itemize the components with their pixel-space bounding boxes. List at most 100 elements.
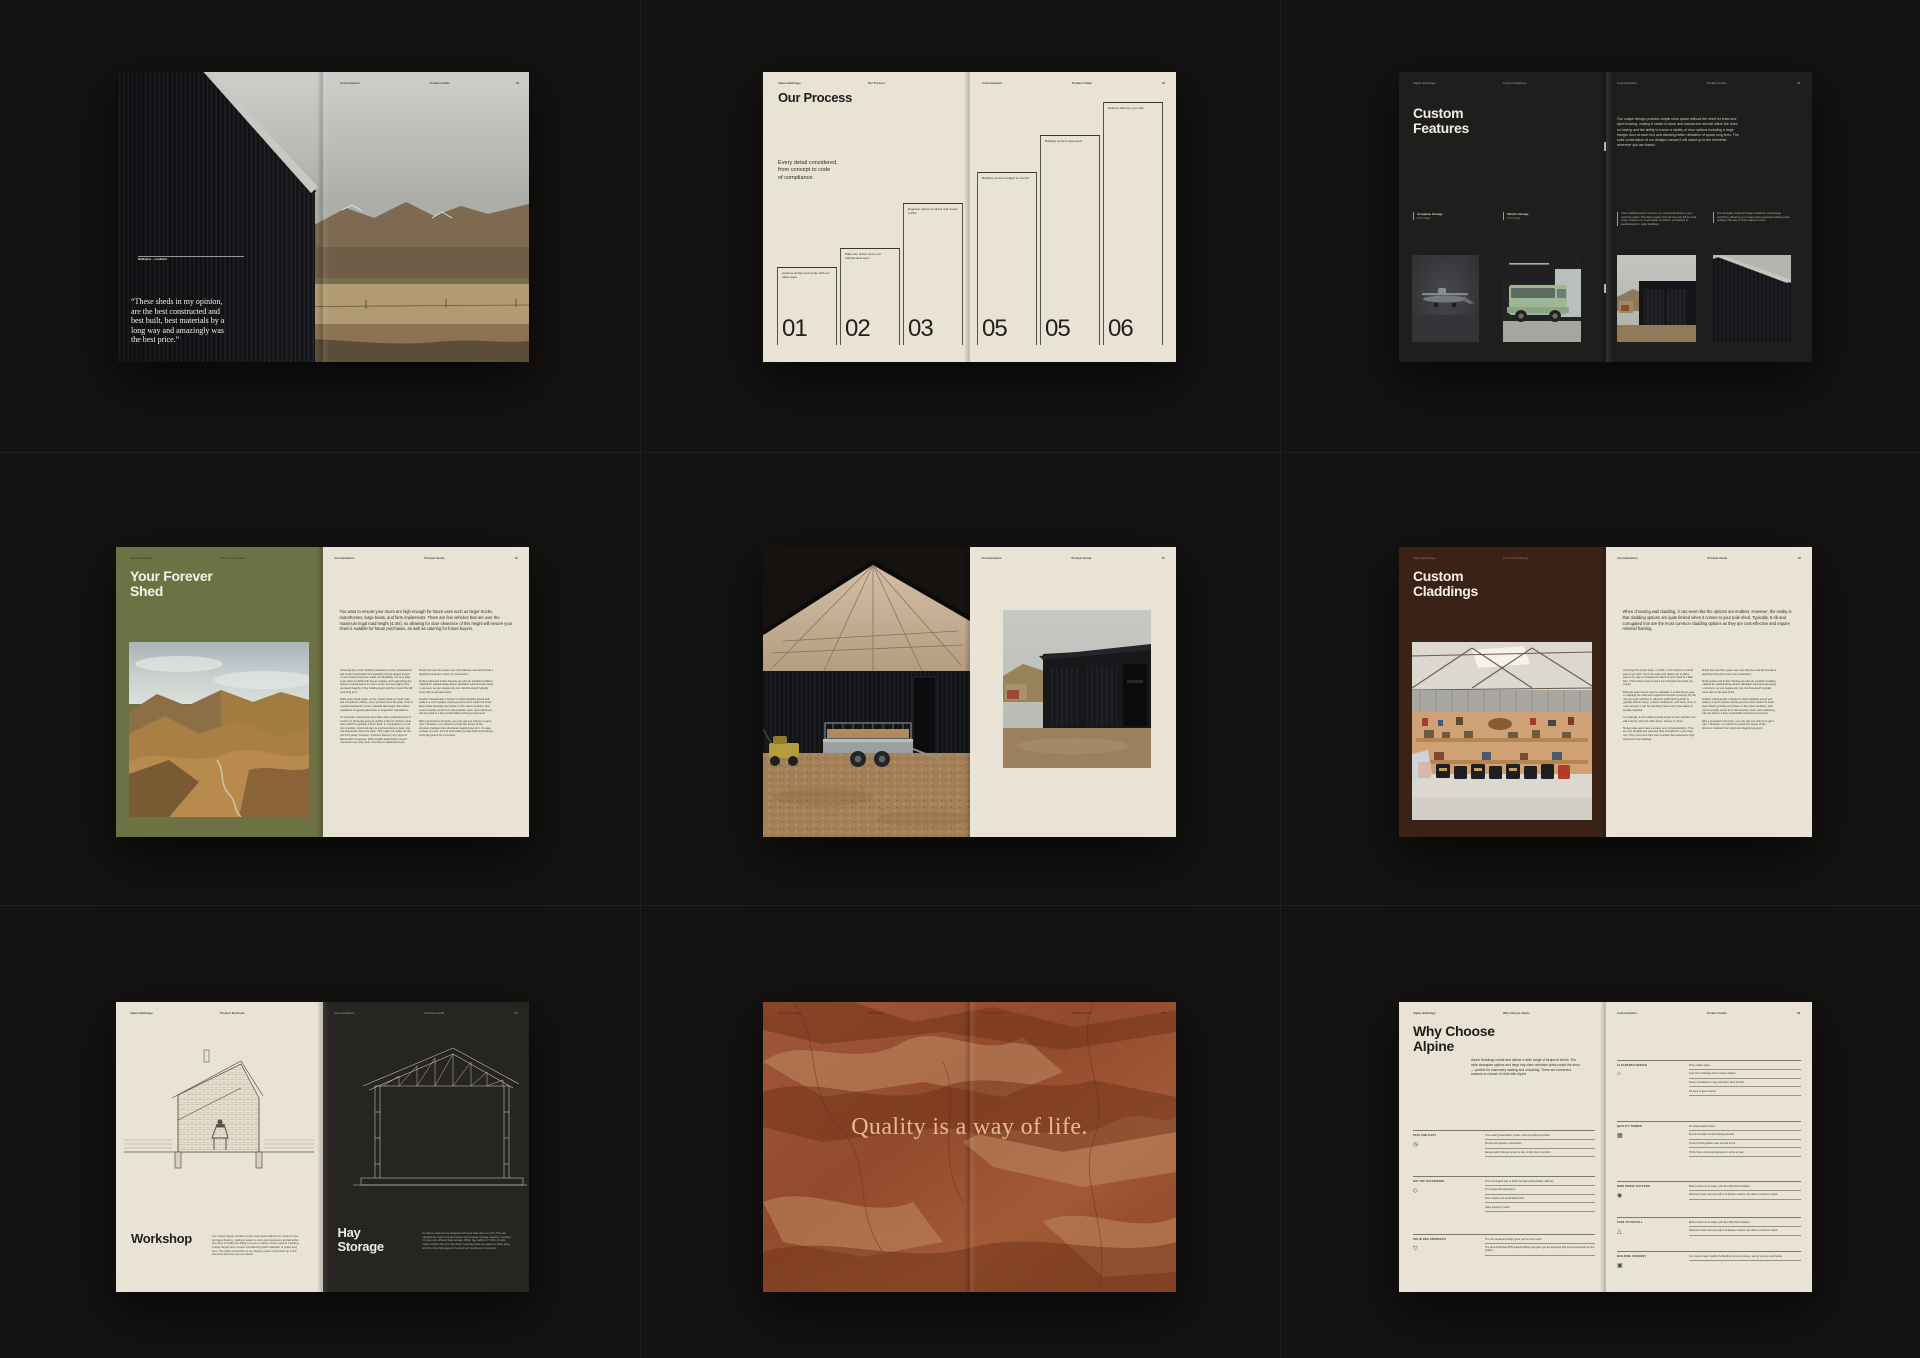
spread-drawings[interactable]: Alpine Buildings Product Brochure [116, 1002, 529, 1292]
page-number: 25 [1162, 1012, 1165, 1015]
group-rows: The most logical way to finish the Alpin… [1485, 1177, 1595, 1212]
caption-rule [138, 256, 244, 257]
timber-icon: ▦ [1617, 1132, 1623, 1139]
why-intro: Alpine Buildings create and deliver a wi… [1471, 1058, 1583, 1077]
benefit-row: Our consent team handle the Building Con… [1689, 1252, 1801, 1261]
process-intro: Every detail considered, from concept to… [778, 160, 838, 182]
spread-why-alpine[interactable]: Alpine Buildings Why Choose Alpine Custo… [1399, 1002, 1812, 1292]
spread-forever-shed[interactable]: Alpine Buildings Your Forever Shed Your … [116, 547, 529, 837]
masthead-customisation: Customisation [340, 82, 360, 85]
shield-icon: ◇ [1413, 1187, 1418, 1194]
page-number: 23 [515, 1012, 518, 1015]
caption-vehicle: Vehicle Storage 4.2m bays [1503, 212, 1577, 220]
benefit-row: Easiest purlin bracket system to use, si… [1485, 1149, 1595, 1158]
group-label: BIRD PROOF RAFTERS [1617, 1185, 1650, 1188]
grid-divider [1280, 0, 1281, 1358]
exterior-photo-page: Customisation Product Guide 15 [970, 547, 1177, 837]
masthead-section: Custom Features [1503, 82, 1526, 85]
benefit-row: More usable space. [1689, 1061, 1801, 1070]
spread-custom-claddings[interactable]: Alpine Buildings Custom Claddings Custom… [1399, 547, 1812, 837]
body-column-2: Sheds that use this system are cost effe… [419, 669, 494, 815]
forever-intro: You want to ensure your doors are high e… [340, 609, 516, 632]
spread-custom-features[interactable]: Alpine Buildings Custom Features Customi… [1399, 72, 1812, 362]
spread-title: Why Choose Alpine [1413, 1024, 1495, 1054]
masthead-section: Our Quality [868, 1012, 884, 1015]
page-number: 19 [1798, 557, 1801, 560]
group-rows: More usable space. Less risk of damage f… [1689, 1061, 1801, 1096]
text-page: Customisation Product Guide 19 When choo… [1606, 547, 1813, 837]
safety-icon: △ [1617, 1228, 1622, 1235]
masthead-brand: Alpine Buildings [130, 557, 153, 560]
why-group-clearspan: CLEARSPAN DESIGN ⌂ More usable space. Le… [1617, 1060, 1801, 1117]
masthead-brand: Alpine Buildings [778, 1012, 801, 1015]
benefit-row: Environmentally friendly building soluti… [1689, 1131, 1801, 1140]
document-icon: ▣ [1617, 1262, 1623, 1269]
group-label: SAFE TO INSTALL [1617, 1221, 1643, 1224]
spread-title: Our Process [778, 91, 852, 105]
group-rows: The pre-cambered design gives you the be… [1485, 1235, 1595, 1256]
masthead-product-guide: Product Guide [1707, 82, 1727, 85]
step-number: 05 [982, 315, 1007, 343]
group-rows: Pre-dried quality timber. Environmentall… [1689, 1122, 1801, 1157]
masthead-product-guide: Product Guide [425, 1012, 445, 1015]
group-rows: Build a shed not an aviary with Zero Bir… [1689, 1218, 1801, 1236]
benefit-row: Time saving Steel Rafter system, with ev… [1485, 1131, 1595, 1140]
masthead-customisation: Customisation [982, 557, 1002, 560]
shed-icon: ⌂ [1617, 1071, 1621, 1077]
masthead-customisation: Customisation [982, 82, 1002, 85]
process-step-1: Approve design and quote with our sales … [777, 267, 837, 345]
benefit-row: The longest life expectancy. [1485, 1186, 1595, 1195]
benefit-row: Simple bolt-together connections. [1485, 1140, 1595, 1149]
spread-testimonial[interactable]: Wellington — Auckland “These sheds in my… [116, 72, 529, 362]
body-column-1: Choosing the correct building materials … [340, 669, 414, 815]
spread-gallery[interactable]: Customisation Product Guide 15 [763, 547, 1176, 837]
masthead-product-guide: Product Guide [1072, 82, 1092, 85]
why-group-safe-install: SAFE TO INSTALL △ Build a shed not an av… [1617, 1217, 1801, 1248]
spread-our-process[interactable]: Alpine Buildings Our Process Customisati… [763, 72, 1176, 362]
why-group-fast-easy: FAST AND EASY ◷ Time saving Steel Rafter… [1413, 1130, 1595, 1173]
process-step-4: Building consent lodged to council. 05 [977, 172, 1037, 345]
benefit-row: Timber has a structural tolerance in ext… [1689, 1148, 1801, 1157]
land-rover-photo [1503, 255, 1581, 342]
corrugated-wall-photo [1713, 255, 1791, 342]
benefit-row: Pre-dried quality timber. [1689, 1122, 1801, 1131]
claddings-intro: When choosing wall cladding, it can seem… [1623, 609, 1799, 632]
spread-quality[interactable]: Quality is a way of life. Alpine Buildin… [763, 1002, 1176, 1292]
aeroplane-photo [1412, 255, 1479, 342]
benefit-row: Timber framing allows easy internal fit-… [1689, 1140, 1801, 1149]
step-caption: Building consent approved. [1045, 139, 1096, 143]
step-caption: Plans are drawn up by our architectural … [845, 252, 896, 260]
benefit-row: No knee or apex braces. [1689, 1087, 1801, 1096]
caption-sub: 5.3m bays [1417, 216, 1487, 220]
why-group-timber: QUALITY TIMBER ▦ Pre-dried quality timbe… [1617, 1121, 1801, 1178]
masthead-product-guide: Product Guide [430, 82, 450, 85]
masthead-product-guide: Product Guide [1707, 1012, 1727, 1015]
group-label: QUALITY TIMBER [1617, 1125, 1642, 1128]
step-number: 03 [908, 315, 933, 343]
page-number: 03 [516, 82, 519, 85]
shed-interior-photo [763, 547, 970, 837]
process-step-5: Building consent approved. 05 [1040, 135, 1100, 345]
group-label: BUILDING CONSENT [1617, 1255, 1646, 1258]
spread-title: Custom Features [1413, 106, 1469, 136]
masthead-customisation: Customisation [1618, 557, 1638, 560]
caption-sub: 4.2m bays [1507, 216, 1577, 220]
testimonial-quote: “These sheds in my opinion, are the best… [131, 297, 256, 345]
benefit-row: More reliable and predictable finish. [1485, 1195, 1595, 1204]
green-page: Alpine Buildings Your Forever Shed Your … [116, 547, 323, 837]
benefit-row: Fewer foundations to dig, and faster she… [1689, 1079, 1801, 1088]
location-label: Wellington — Auckland [138, 258, 167, 261]
page-number: 09 [1797, 82, 1800, 85]
group-label: SOLID RHS STRENGTH [1413, 1238, 1446, 1241]
page-number: 29 [1797, 1012, 1800, 1015]
caption-machinery: Our clearspan, birdproof design is ideal… [1713, 212, 1793, 223]
fold-tick [1604, 142, 1606, 151]
why-group-consent: BUILDING CONSENT ▣ Our consent team hand… [1617, 1251, 1801, 1270]
benefit-row: Maximum head room as purlins sit between… [1689, 1191, 1801, 1200]
masthead-brand: Alpine Buildings [1413, 82, 1436, 85]
hay-caption: An Alpine shed can be designed with your… [423, 1232, 511, 1250]
why-group-galvanised: HOT DIP GALVANISED ◇ The most logical wa… [1413, 1176, 1595, 1229]
page-number: 15 [1162, 557, 1165, 560]
masthead-brand: Alpine Buildings [1413, 1012, 1436, 1015]
brown-page: Alpine Buildings Custom Claddings Custom… [1399, 547, 1606, 837]
